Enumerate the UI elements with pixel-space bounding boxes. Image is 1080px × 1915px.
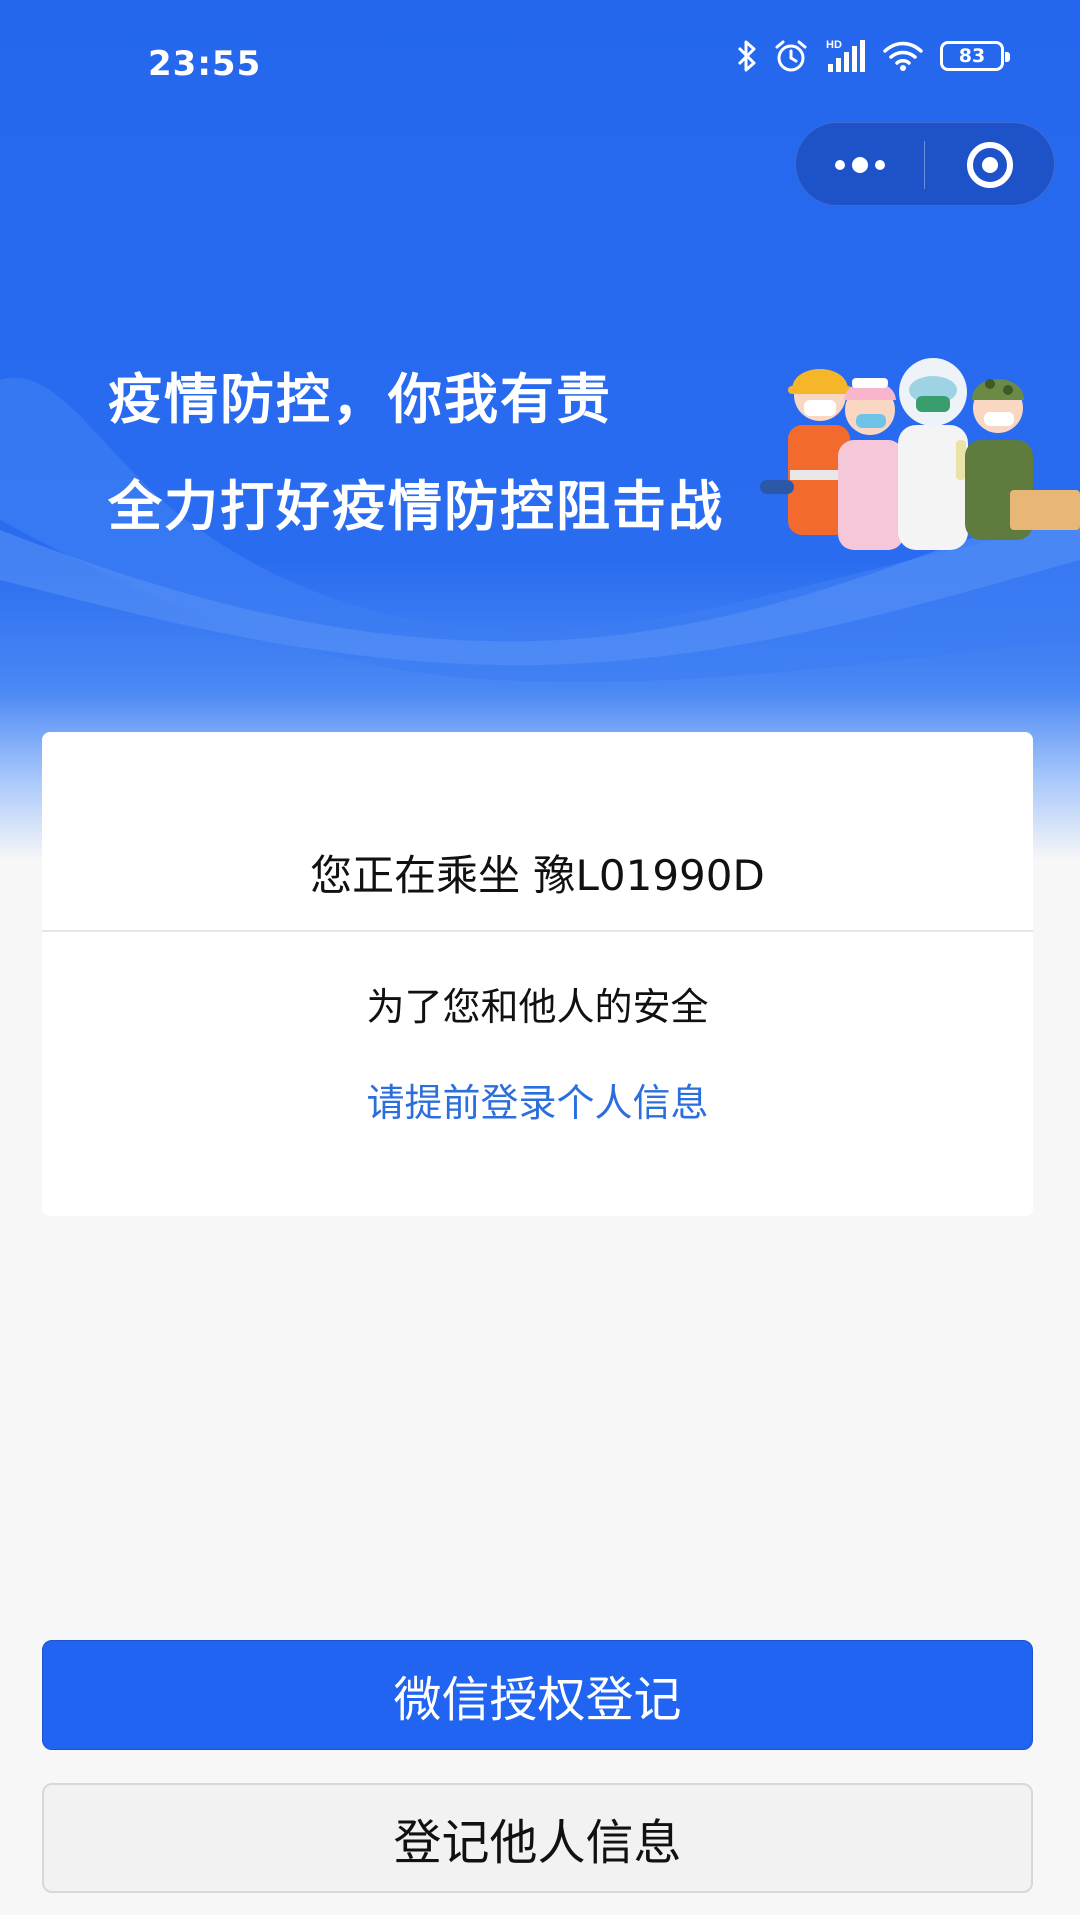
alarm-icon (775, 40, 807, 72)
safety-text: 为了您和他人的安全 (366, 985, 709, 1029)
miniprogram-capsule (795, 122, 1055, 206)
slogan-line-2: 全力打好疫情防控阻击战 (108, 475, 724, 538)
card-divider (42, 930, 1033, 932)
network-label: HD (826, 39, 842, 51)
wechat-auth-register-button[interactable]: 微信授权登记 (42, 1640, 1033, 1750)
frontline-workers-illustration (760, 358, 1080, 550)
more-icon (835, 157, 885, 173)
status-time: 23:55 (148, 44, 262, 84)
close-button[interactable] (925, 123, 1055, 207)
signal-icon: HD (826, 39, 865, 72)
riding-vehicle-text: 您正在乘坐 豫L01990D (310, 851, 765, 900)
close-target-icon (967, 142, 1013, 188)
register-others-button[interactable]: 登记他人信息 (42, 1783, 1033, 1893)
bluetooth-icon (737, 40, 756, 72)
status-icons: HD 83 (736, 38, 1010, 74)
wifi-icon (883, 41, 923, 71)
login-hint-text: 请提前登录个人信息 (366, 1081, 709, 1125)
doctor-figure (898, 358, 968, 550)
battery-icon: 83 (940, 41, 1010, 71)
soldier-figure (965, 379, 1080, 540)
battery-level: 83 (958, 45, 986, 67)
ride-info-card: 您正在乘坐 豫L01990D 为了您和他人的安全 请提前登录个人信息 (42, 732, 1033, 1216)
status-bar: 23:55 HD 83 (0, 0, 1080, 130)
nurse-figure (838, 378, 904, 550)
more-button[interactable] (796, 123, 924, 207)
slogan-line-1: 疫情防控，你我有责 (108, 368, 612, 431)
